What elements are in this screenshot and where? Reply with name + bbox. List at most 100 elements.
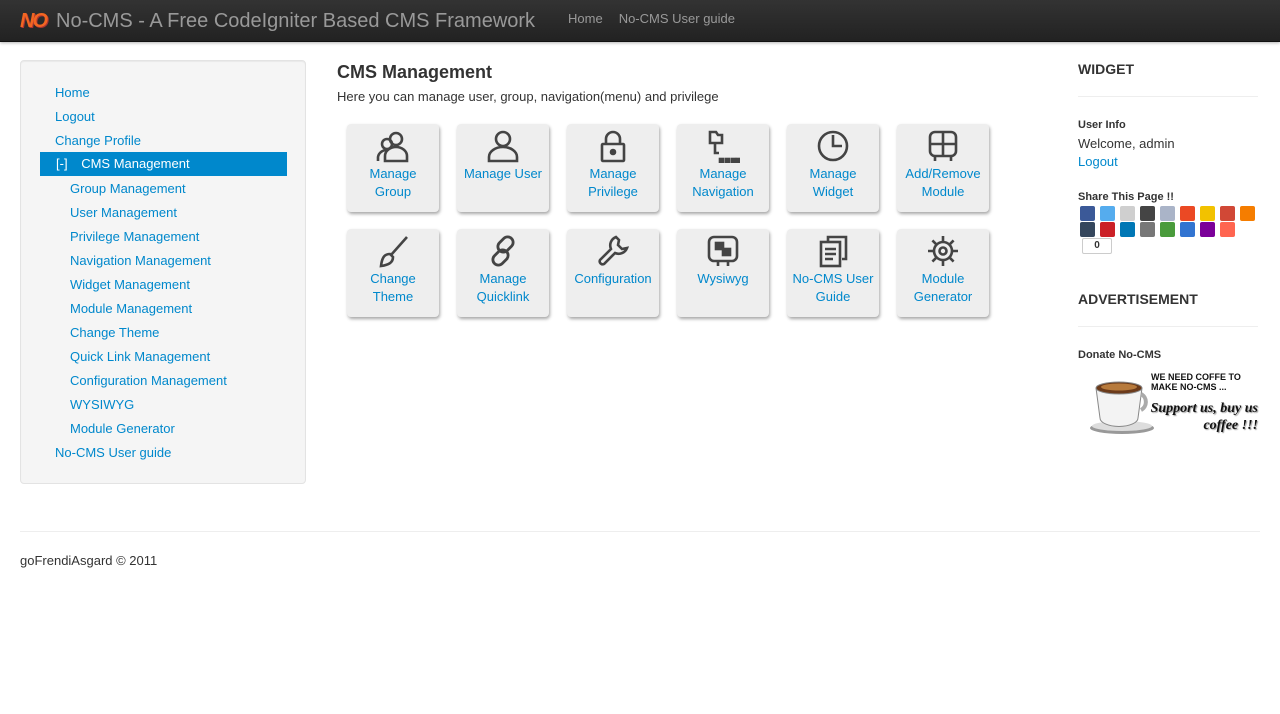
sidebar-item-quick-link-management[interactable]: Quick Link Management (70, 345, 210, 369)
brand[interactable]: NO No-CMS - A Free CodeIgniter Based CMS… (20, 6, 535, 36)
gmail-icon[interactable] (1220, 206, 1235, 221)
lock-icon (600, 130, 626, 163)
sitemap-icon (708, 130, 740, 163)
sidebar-item-logout[interactable]: Logout (55, 105, 95, 129)
email-icon[interactable] (1120, 206, 1135, 221)
sidebar-item-label[interactable]: Module Generator (70, 421, 175, 436)
manage-user-tile[interactable]: Manage User (457, 124, 549, 212)
top-nav-links: Home No-CMS User guide (560, 0, 743, 40)
sidebar-item-label: CMS Management (81, 156, 190, 171)
change-theme-tile[interactable]: Change Theme (347, 229, 439, 317)
sidebar-item-widget-management[interactable]: Widget Management (70, 273, 190, 297)
no-cms-user-guide-tile[interactable]: No-CMS User Guide (787, 229, 879, 317)
tile-label: Add/Remove Module (905, 166, 981, 199)
add-remove-module-tile[interactable]: Add/Remove Module (897, 124, 989, 212)
sidebar-item-module-generator[interactable]: Module Generator (70, 417, 175, 441)
sidebar-item-label[interactable]: Change Theme (70, 325, 159, 340)
tile-label: Manage Group (369, 166, 417, 199)
module-generator-tile[interactable]: Module Generator (897, 229, 989, 317)
sidebar-item-label[interactable]: Change Profile (55, 133, 141, 148)
sidebar-item-label[interactable]: Configuration Management (70, 373, 227, 388)
gear-icon (928, 236, 958, 266)
module-icon (928, 130, 958, 161)
sidebar-item-label[interactable]: WYSIWYG (70, 397, 134, 412)
manage-navigation-tile[interactable]: Manage Navigation (677, 124, 769, 212)
widget-logout-link[interactable]: Logout (1078, 154, 1118, 169)
pinterest-icon[interactable] (1100, 222, 1115, 237)
sidebar-item-change-theme[interactable]: Change Theme (70, 321, 159, 345)
sidebar-item-user-guide[interactable]: No-CMS User guide (55, 441, 171, 465)
favorites-icon[interactable] (1200, 206, 1215, 221)
tile-label: Module Generator (913, 271, 973, 304)
banner-script-text: Support us, buy us coffee !!! (1150, 401, 1258, 433)
yahoo-icon[interactable] (1200, 222, 1215, 237)
sidebar-item-label[interactable]: User Management (70, 205, 177, 220)
page-title: CMS Management (337, 62, 493, 82)
footer-divider (20, 531, 1260, 532)
sidebar-item-module-management[interactable]: Module Management (70, 297, 192, 321)
sidebar-item-label[interactable]: Module Management (70, 301, 192, 316)
sidebar-item-label[interactable]: Navigation Management (70, 253, 211, 268)
sidebar-item-label[interactable]: Group Management (70, 181, 186, 196)
footer-copyright: goFrendiAsgard © 2011 (20, 553, 158, 568)
sidebar-item-label[interactable]: No-CMS User guide (55, 445, 171, 460)
sidebar-item-cms-management[interactable]: [-] CMS Management (40, 152, 287, 176)
tile-label: No-CMS User Guide (792, 271, 874, 304)
google-bookmarks-icon[interactable] (1160, 222, 1175, 237)
sidebar-item-label[interactable]: Quick Link Management (70, 349, 210, 364)
print-icon[interactable] (1140, 206, 1155, 221)
wysiwyg-tile[interactable]: Wysiwyg (677, 229, 769, 317)
digg-icon[interactable] (1140, 222, 1155, 237)
sidebar-item-navigation-management[interactable]: Navigation Management (70, 249, 211, 273)
wysiwyg-icon (707, 235, 739, 266)
advertisement-heading: ADVERTISEMENT (1078, 291, 1198, 307)
reddit-icon[interactable] (1160, 206, 1175, 221)
sidebar-item-wysiwyg[interactable]: WYSIWYG (70, 393, 134, 417)
clock-icon (817, 130, 849, 162)
sidebar-item-home[interactable]: Home (55, 81, 90, 105)
nav-user-guide-link[interactable]: No-CMS User guide (611, 0, 743, 40)
manage-widget-tile[interactable]: Manage Widget (787, 124, 879, 212)
collapse-toggle[interactable]: [-] (56, 156, 68, 171)
sidebar-item-group-management[interactable]: Group Management (70, 177, 186, 201)
group-icon (376, 131, 409, 163)
sidebar-item-label[interactable]: Logout (55, 109, 95, 124)
tile-label: Configuration (574, 271, 652, 286)
top-navbar: NO No-CMS - A Free CodeIgniter Based CMS… (0, 0, 1280, 42)
banner-top-text: WE NEED COFFE TO MAKE NO-CMS ... (1151, 372, 1241, 392)
share-counter: 0 (1082, 238, 1112, 254)
sidebar-item-configuration-management[interactable]: Configuration Management (70, 369, 227, 393)
blogger-icon[interactable] (1240, 206, 1255, 221)
sidebar-item-label[interactable]: Privilege Management (70, 229, 199, 244)
brush-icon (379, 236, 408, 268)
tile-label: Manage Privilege (588, 166, 638, 199)
sidebar-item-user-management[interactable]: User Management (70, 201, 177, 225)
linkedin-icon[interactable] (1120, 222, 1135, 237)
addthis-more-icon[interactable] (1220, 222, 1235, 237)
nav-home-link[interactable]: Home (560, 0, 611, 40)
twitter-icon[interactable] (1100, 206, 1115, 221)
delicious-icon[interactable] (1180, 222, 1195, 237)
configuration-tile[interactable]: Configuration (567, 229, 659, 317)
donate-label: Donate No-CMS (1078, 349, 1162, 361)
user-info-label: User Info (1078, 119, 1126, 131)
stumbleupon-icon[interactable] (1180, 206, 1195, 221)
sidebar-item-label[interactable]: Widget Management (70, 277, 190, 292)
tile-label: Manage User (463, 166, 543, 181)
facebook-icon[interactable] (1080, 206, 1095, 221)
sidebar: Home Logout Change Profile [-] CMS Manag… (20, 60, 306, 484)
tumblr-icon[interactable] (1080, 222, 1095, 237)
share-label: Share This Page !! (1078, 191, 1174, 203)
sidebar-item-change-profile[interactable]: Change Profile (55, 129, 141, 153)
tile-label: Manage Widget (809, 166, 857, 199)
sidebar-item-privilege-management[interactable]: Privilege Management (70, 225, 199, 249)
user-icon (487, 130, 519, 163)
manage-quicklink-tile[interactable]: Manage Quicklink (457, 229, 549, 317)
site-title[interactable]: No-CMS - A Free CodeIgniter Based CMS Fr… (56, 8, 535, 34)
manage-privilege-tile[interactable]: Manage Privilege (567, 124, 659, 212)
donate-coffee-banner[interactable]: WE NEED COFFE TO MAKE NO-CMS ... Support… (1078, 368, 1258, 438)
divider (1078, 326, 1258, 327)
tile-label: Change Theme (370, 271, 416, 304)
manage-group-tile[interactable]: Manage Group (347, 124, 439, 212)
sidebar-item-label[interactable]: Home (55, 85, 90, 100)
